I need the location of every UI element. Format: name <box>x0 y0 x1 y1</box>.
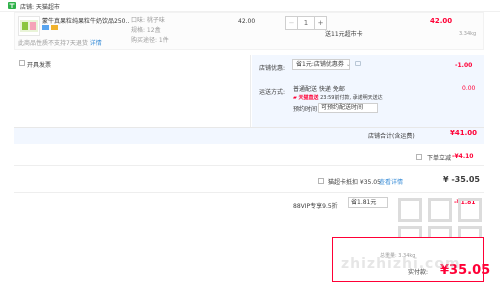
service-badge-blue-icon <box>42 25 49 30</box>
instant-discount-label: 下单立减 <box>427 155 452 162</box>
supermarket-card-detail-link[interactable]: 查看详情 <box>379 177 403 186</box>
invoice-label[interactable]: 开具发票 <box>27 60 51 69</box>
store-coupon-label: 店铺优惠: <box>259 65 286 72</box>
line-total: 42.00 <box>430 17 453 25</box>
store-total-label: 店铺合计(含运费) <box>368 133 415 140</box>
store-total-value: ¥41.00 <box>450 129 478 137</box>
product-image-icon <box>20 20 38 32</box>
tmall-direct-notice: ▰ 天猫直送 23:59前付款, 承诺明天送达 <box>293 94 383 101</box>
vip-discount-label: 88VIP专享9.5折 <box>293 203 338 210</box>
instant-discount-value: -¥4.10 <box>452 153 474 160</box>
store-coupon-amount: -1.00 <box>455 62 473 69</box>
shipping-fee: 0.00 <box>462 85 476 92</box>
quantity-minus-button[interactable]: − <box>286 17 298 29</box>
store-header: 店铺: 天猫超市 <box>0 0 500 12</box>
sku-spec: 规格: 12盒 <box>131 27 161 34</box>
shipping-label: 运送方式: <box>259 89 286 96</box>
supermarket-card-checkbox[interactable] <box>318 178 324 184</box>
no-return-notice: 此商品性质不支持7天退货 详情 <box>18 38 102 47</box>
product-thumbnail[interactable] <box>18 16 40 36</box>
vip-discount-select[interactable]: 省1.81元 <box>348 197 388 208</box>
store-name[interactable]: 店铺: 天猫超市 <box>20 2 60 11</box>
invoice-checkbox[interactable] <box>19 60 25 66</box>
quantity-stepper: − 1 + <box>285 16 327 30</box>
gift-card-note: 送11元超市卡 <box>325 31 363 38</box>
quantity-plus-button[interactable]: + <box>314 17 326 29</box>
sku-purchase: 购买途径: 1件 <box>131 37 169 44</box>
appointment-select[interactable]: 可预约配送时间 <box>318 103 378 113</box>
tmall-store-icon <box>8 2 16 9</box>
service-badges <box>42 25 58 32</box>
store-coupon-select[interactable]: 省1元:店铺优惠券 ⌄ <box>292 59 351 70</box>
shipping-method: 普通配送 快递 免邮 <box>293 86 345 93</box>
tmall-direct-text: 23:59前付款, 承诺明天送达 <box>320 95 383 101</box>
product-title[interactable]: 蒙牛真果粒纯果粒牛奶饮品250… <box>42 16 130 25</box>
no-return-detail-link[interactable]: 详情 <box>90 40 102 47</box>
coupon-info-icon[interactable] <box>355 61 361 66</box>
quantity-input[interactable]: 1 <box>298 17 314 29</box>
chevron-down-icon: ⌄ <box>345 61 351 68</box>
sku-flavor: 口味: 桃子味 <box>131 17 165 24</box>
divider <box>14 192 484 193</box>
item-weight: 3.34kg <box>459 31 477 37</box>
truck-icon: ▰ <box>293 95 297 101</box>
supermarket-card-value: ¥ -35.05 <box>443 175 480 184</box>
order-options-panel <box>252 55 484 127</box>
appointment-label: 预约时间 <box>293 106 318 113</box>
sku-info: 口味: 桃子味 规格: 12盒 购买途径: 1件 <box>131 16 169 46</box>
divider <box>14 165 484 166</box>
tmall-direct-badge: 天猫直送 <box>298 95 319 101</box>
instant-discount-checkbox[interactable] <box>416 154 422 160</box>
service-badge-gold-icon <box>51 25 58 30</box>
watermark-text: zhizhizhi.com <box>341 256 461 272</box>
unit-price: 42.00 <box>238 18 256 25</box>
no-return-text: 此商品性质不支持7天退货 <box>18 40 88 47</box>
supermarket-card-label: 猫超卡抵扣 ¥35.05 <box>328 179 381 186</box>
store-coupon-selected: 省1元:店铺优惠券 <box>296 61 344 68</box>
